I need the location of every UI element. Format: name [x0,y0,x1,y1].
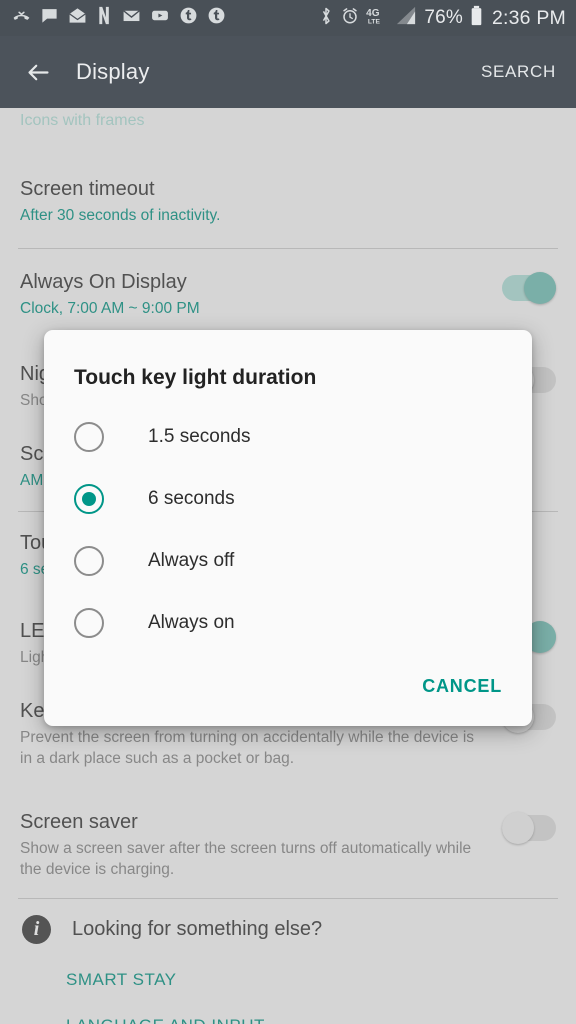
list-item-screen-timeout[interactable]: Screen timeout After 30 seconds of inact… [0,130,576,248]
tumblr-icon [179,6,198,30]
toggle-always-on-display[interactable] [502,272,556,304]
toggle-screen-saver[interactable] [502,812,556,844]
youtube-icon [150,6,170,30]
dialog-option-list: 1.5 seconds 6 seconds Always off Always … [44,390,532,654]
toggle-knob [502,812,534,844]
page-title: Display [76,59,150,84]
signal-bars-icon [395,6,417,31]
dialog-title: Touch key light duration [74,366,317,389]
message-icon [40,6,59,30]
dialog-option-label: Always on [148,612,235,633]
battery-percent-label: 76% [424,7,463,28]
netflix-icon [96,6,113,30]
action-bar: Display SEARCH [0,36,576,108]
divider [18,898,558,899]
list-item-always-on-display[interactable]: Always On Display Clock, 7:00 AM ~ 9:00 … [0,249,576,341]
dialog-option-label: 1.5 seconds [148,426,251,447]
list-item-subtitle: Prevent the screen from turning on accid… [20,729,475,767]
partial-top-label: Icons with frames [20,112,145,129]
missed-call-icon [12,6,31,30]
svg-text:LTE: LTE [368,18,381,25]
status-bar: 4G LTE 76% 2:36 PM [0,0,576,36]
back-button[interactable] [18,52,58,92]
footer-link-smart-stay[interactable]: SMART STAY [0,970,576,990]
list-item-subtitle: Clock, 7:00 AM ~ 9:00 PM [20,300,200,317]
dialog-option-label: Always off [148,550,235,571]
phone-screen: 4G LTE 76% 2:36 PM Display SEARCH Icons w… [0,0,576,1024]
dialog-option-always-off[interactable]: Always off [44,530,532,592]
bluetooth-icon [318,6,334,31]
back-arrow-icon [27,64,49,80]
dialog-option-6-seconds[interactable]: 6 seconds [44,468,532,530]
touch-key-light-duration-dialog: Touch key light duration 1.5 seconds 6 s… [44,330,532,726]
search-button[interactable]: SEARCH [481,62,556,82]
list-item-subtitle: Show a screen saver after the screen tur… [20,840,472,878]
footer-heading-row: i Looking for something else? [0,915,576,944]
list-item-subtitle: After 30 seconds of inactivity. [20,207,221,224]
list-item-title: Screen saver [20,811,138,833]
svg-text:4G: 4G [366,8,380,19]
radio-icon[interactable] [74,546,104,576]
cancel-button[interactable]: CANCEL [422,676,502,697]
dialog-action-row: CANCEL [44,654,532,697]
status-bar-system-icons: 4G LTE 76% 2:36 PM [318,5,566,31]
alarm-icon [341,7,359,30]
dialog-option-1-5-seconds[interactable]: 1.5 seconds [44,406,532,468]
info-icon: i [22,915,51,944]
toggle-knob [524,272,556,304]
footer-heading-label: Looking for something else? [72,918,323,940]
dialog-option-always-on[interactable]: Always on [44,592,532,654]
list-item-title: Always On Display [20,271,187,293]
radio-icon-selected[interactable] [74,484,104,514]
radio-icon[interactable] [74,608,104,638]
clock-label: 2:36 PM [491,6,566,29]
list-item-title: Screen timeout [20,178,155,200]
tumblr-icon-2 [207,6,226,30]
status-bar-notification-icons [12,6,318,30]
battery-icon [470,5,483,31]
radio-icon[interactable] [74,422,104,452]
dialog-option-label: 6 seconds [148,488,235,509]
footer-link-language-and-input[interactable]: LANGUAGE AND INPUT [0,1016,576,1024]
list-item-partial-top[interactable]: Icons with frames [0,108,576,130]
network-4glte-icon: 4G LTE [366,6,388,31]
list-item-screen-saver[interactable]: Screen saver Show a screen saver after t… [0,787,576,898]
envelope-icon [122,6,141,30]
open-envelope-icon [68,6,87,30]
